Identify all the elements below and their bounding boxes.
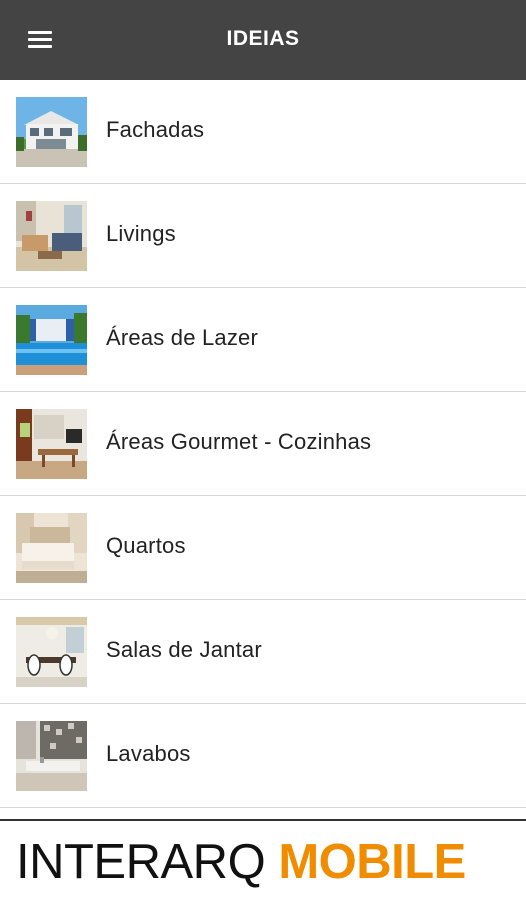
list-item-label: Áreas Gourmet - Cozinhas bbox=[106, 429, 372, 454]
list-item-label: Lavabos bbox=[106, 741, 191, 766]
list-item-quartos[interactable]: Quartos bbox=[0, 496, 526, 600]
list-item-areas-de-lazer[interactable]: Áreas de Lazer bbox=[0, 288, 526, 392]
list-item-label: Áreas de Lazer bbox=[106, 325, 258, 350]
facade-thumbnail bbox=[16, 97, 87, 167]
brand-name: INTERARQ bbox=[16, 835, 266, 889]
banner-divider bbox=[0, 819, 526, 821]
pool-thumbnail bbox=[16, 305, 87, 375]
bedroom-thumbnail bbox=[16, 513, 87, 583]
list-item-fachadas[interactable]: Fachadas bbox=[0, 80, 526, 184]
dining-room-thumbnail bbox=[16, 617, 87, 687]
living-room-thumbnail bbox=[16, 201, 87, 271]
list-item-label: Salas de Jantar bbox=[106, 637, 262, 662]
list-item-areas-gourmet[interactable]: Áreas Gourmet - Cozinhas bbox=[0, 392, 526, 496]
list-item-salas-de-jantar[interactable]: Salas de Jantar bbox=[0, 600, 526, 704]
brand-logo: INTERARQ MOBILE bbox=[16, 834, 466, 890]
list-item-label: Quartos bbox=[106, 533, 186, 558]
washroom-thumbnail bbox=[16, 721, 87, 791]
kitchen-thumbnail bbox=[16, 409, 87, 479]
ideas-list: Fachadas Livings Áreas de Lazer Áreas Go… bbox=[0, 80, 526, 808]
list-item-lavabos[interactable]: Lavabos bbox=[0, 704, 526, 808]
list-item-label: Livings bbox=[106, 221, 176, 246]
app-bar: IDEIAS bbox=[0, 0, 526, 80]
page-title: IDEIAS bbox=[226, 27, 300, 50]
brand-suffix: MOBILE bbox=[278, 835, 466, 889]
list-item-label: Fachadas bbox=[106, 117, 205, 142]
list-item-livings[interactable]: Livings bbox=[0, 184, 526, 288]
brand-banner[interactable]: INTERARQ MOBILE bbox=[0, 816, 526, 900]
